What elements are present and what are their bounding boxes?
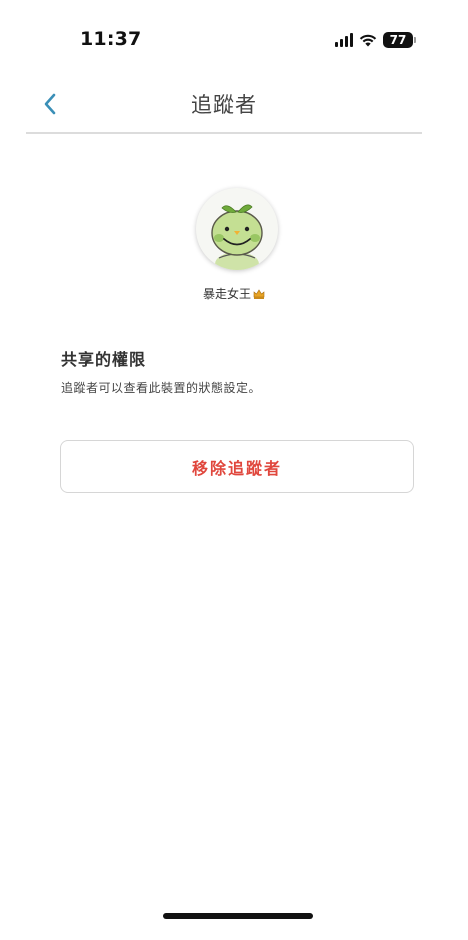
battery-cap <box>414 37 416 43</box>
signal-icon <box>335 33 353 47</box>
remove-follower-label: 移除追蹤者 <box>191 458 282 478</box>
page-title: 追蹤者 <box>191 93 257 117</box>
green-mascot-avatar <box>211 204 263 270</box>
wifi-icon <box>359 34 377 47</box>
permissions-description: 追蹤者可以查看此裝置的狀態設定。 <box>61 381 262 395</box>
crown-icon <box>253 289 265 299</box>
nav-bar: 追蹤者 <box>26 76 422 134</box>
status-bar: 11:37 77 <box>0 0 468 70</box>
status-icons: 77 <box>335 30 416 50</box>
battery-level: 77 <box>383 32 413 48</box>
status-time: 11:37 <box>80 28 142 50</box>
remove-follower-button[interactable]: 移除追蹤者 <box>60 440 414 493</box>
follower-name: 暴走女王 <box>0 285 468 302</box>
battery-icon: 77 <box>383 32 416 48</box>
home-indicator[interactable] <box>163 913 313 919</box>
follower-name-text: 暴走女王 <box>202 287 251 301</box>
avatar <box>196 188 278 270</box>
permissions-title: 共享的權限 <box>61 350 147 369</box>
